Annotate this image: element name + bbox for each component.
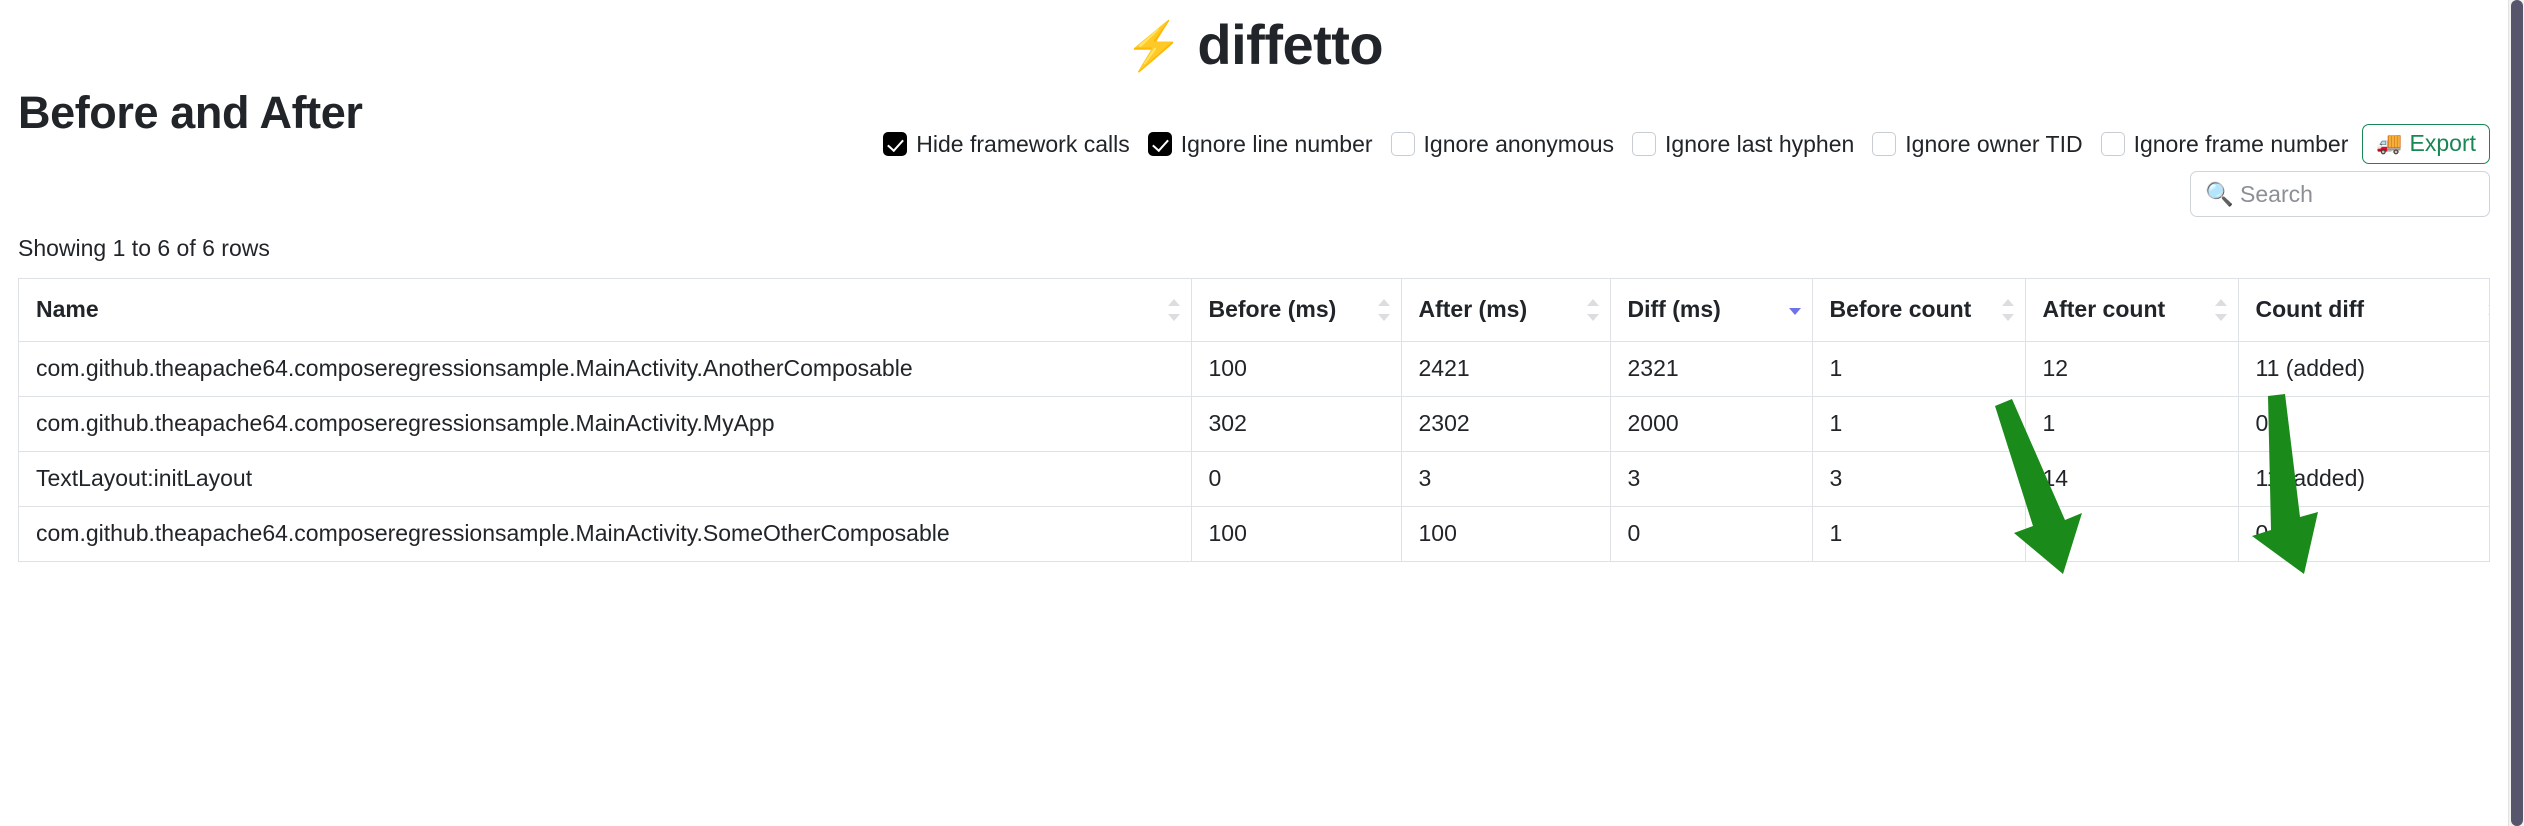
column-header-diff-ms[interactable]: Diff (ms) bbox=[1610, 279, 1813, 342]
table-row[interactable]: com.github.theapache64.composeregression… bbox=[19, 506, 2489, 562]
checkbox-ignore-line-number[interactable] bbox=[1147, 132, 1172, 156]
lightning-bolt-icon: ⚡ bbox=[1124, 18, 1184, 72]
truck-icon: 🚚 bbox=[2376, 132, 2403, 155]
cell-after-ms: 2302 bbox=[1401, 396, 1611, 452]
cell-count-diff: 0 bbox=[2238, 396, 2489, 452]
cell-name: com.github.theapache64.composeregression… bbox=[19, 396, 1192, 452]
checkbox-ignore-anonymous[interactable] bbox=[1390, 132, 1415, 156]
sort-icon-after-ms[interactable] bbox=[1586, 298, 1599, 322]
scrollbar-thumb[interactable] bbox=[2511, 0, 2523, 826]
table-row[interactable]: TextLayout:initLayout 0 3 3 3 14 11 (add… bbox=[19, 451, 2489, 507]
column-header-before-ms[interactable]: Before (ms) bbox=[1191, 279, 1402, 342]
search-row bbox=[18, 171, 2490, 229]
app-logo: ⚡ diffetto bbox=[18, 0, 2490, 79]
cell-diff-ms: 2321 bbox=[1610, 341, 1813, 397]
checkbox-ignore-last-hyphen[interactable] bbox=[1632, 132, 1657, 156]
cell-name: com.github.theapache64.composeregression… bbox=[19, 506, 1192, 562]
column-header-count-diff[interactable]: Count diff bbox=[2238, 279, 2489, 342]
sort-icon-before-count[interactable] bbox=[2001, 298, 2014, 322]
cell-before-ms: 100 bbox=[1191, 341, 1402, 397]
cell-before-count: 1 bbox=[1812, 506, 2026, 562]
cell-before-ms: 302 bbox=[1191, 396, 1402, 452]
export-button-label: Export bbox=[2409, 130, 2476, 156]
cell-after-ms: 2421 bbox=[1401, 341, 1611, 397]
checkbox-ignore-owner-tid[interactable] bbox=[1872, 132, 1897, 156]
cell-after-ms: 100 bbox=[1401, 506, 1611, 562]
cell-after-count: 12 bbox=[2025, 341, 2239, 397]
table-row[interactable]: com.github.theapache64.composeregression… bbox=[19, 396, 2489, 452]
page-title: Before and After bbox=[18, 87, 363, 138]
showing-rows-label: Showing 1 to 6 of 6 rows bbox=[18, 235, 270, 261]
cell-count-diff: 11 (added) bbox=[2238, 341, 2489, 397]
cell-before-ms: 0 bbox=[1191, 451, 1402, 507]
cell-diff-ms: 2000 bbox=[1610, 396, 1813, 452]
column-header-label: Name bbox=[36, 296, 99, 323]
cell-diff-ms: 3 bbox=[1610, 451, 1813, 507]
column-header-label: Count diff bbox=[2255, 296, 2365, 323]
cell-after-ms: 3 bbox=[1401, 451, 1611, 507]
cell-before-count: 1 bbox=[1812, 396, 2026, 452]
page-scrollbar[interactable] bbox=[2508, 0, 2524, 826]
option-label: Ignore anonymous bbox=[1423, 130, 1615, 157]
option-hide-framework-calls[interactable]: Hide framework calls bbox=[883, 130, 1130, 158]
app-title: diffetto bbox=[1197, 13, 1384, 76]
option-ignore-line-number[interactable]: Ignore line number bbox=[1147, 130, 1373, 158]
option-ignore-last-hyphen[interactable]: Ignore last hyphen bbox=[1632, 131, 1854, 158]
table-head: Name Before (ms) After (ms) Diff (ms) Be… bbox=[19, 279, 2489, 342]
checkbox-hide-framework-calls[interactable] bbox=[883, 132, 908, 156]
cell-count-diff: 0 bbox=[2238, 506, 2489, 562]
column-header-name[interactable]: Name bbox=[19, 279, 1192, 342]
export-button[interactable]: 🚚 Export bbox=[2362, 124, 2490, 164]
cell-name: com.github.theapache64.composeregression… bbox=[19, 341, 1192, 397]
table-header-row: Name Before (ms) After (ms) Diff (ms) Be… bbox=[19, 279, 2489, 342]
option-label: Hide framework calls bbox=[916, 130, 1130, 157]
sort-icon-count-diff[interactable] bbox=[2488, 298, 2489, 322]
search-input[interactable] bbox=[2203, 179, 2477, 209]
checkbox-ignore-frame-number[interactable] bbox=[2100, 132, 2125, 156]
column-header-label: After count bbox=[2042, 296, 2166, 323]
column-header-before-count[interactable]: Before count bbox=[1812, 279, 2026, 342]
cell-count-diff: 11 (added) bbox=[2238, 451, 2489, 507]
results-table: Name Before (ms) After (ms) Diff (ms) Be… bbox=[19, 279, 2489, 562]
column-header-label: Diff (ms) bbox=[1627, 296, 1721, 323]
sort-icon-name[interactable] bbox=[1167, 298, 1180, 322]
column-header-label: Before (ms) bbox=[1208, 296, 1337, 323]
table-body: com.github.theapache64.composeregression… bbox=[19, 341, 2489, 562]
cell-before-count: 3 bbox=[1812, 451, 2026, 507]
cell-after-count: 1 bbox=[2025, 396, 2239, 452]
search-box[interactable] bbox=[2190, 171, 2490, 217]
cell-after-count: 14 bbox=[2025, 451, 2239, 507]
page-root: ⚡ diffetto Before and After Hide framewo… bbox=[0, 0, 2508, 562]
filter-options: Hide framework calls Ignore line number … bbox=[883, 124, 2490, 164]
option-ignore-owner-tid[interactable]: Ignore owner TID bbox=[1872, 130, 2083, 158]
cell-after-count: 1 bbox=[2025, 506, 2239, 562]
sort-icon-diff-ms-descending[interactable] bbox=[1788, 298, 1801, 322]
results-table-container: Name Before (ms) After (ms) Diff (ms) Be… bbox=[18, 278, 2490, 562]
cell-before-count: 1 bbox=[1812, 341, 2026, 397]
cell-name: TextLayout:initLayout bbox=[19, 451, 1192, 507]
sort-icon-after-count[interactable] bbox=[2214, 298, 2227, 322]
column-header-after-ms[interactable]: After (ms) bbox=[1401, 279, 1611, 342]
option-ignore-anonymous[interactable]: Ignore anonymous bbox=[1390, 130, 1615, 158]
option-label: Ignore line number bbox=[1180, 130, 1373, 157]
cell-before-ms: 100 bbox=[1191, 506, 1402, 562]
column-header-after-count[interactable]: After count bbox=[2025, 279, 2239, 342]
cell-diff-ms: 0 bbox=[1610, 506, 1813, 562]
table-row[interactable]: com.github.theapache64.composeregression… bbox=[19, 341, 2489, 397]
column-header-label: After (ms) bbox=[1418, 296, 1528, 323]
option-label: Ignore frame number bbox=[2133, 130, 2349, 157]
option-label: Ignore owner TID bbox=[1905, 130, 2083, 157]
column-header-label: Before count bbox=[1829, 296, 1972, 323]
option-label: Ignore last hyphen bbox=[1665, 130, 1855, 157]
header-band: Before and After Hide framework calls Ig… bbox=[18, 79, 2490, 171]
option-ignore-frame-number[interactable]: Ignore frame number bbox=[2100, 130, 2349, 158]
sort-icon-before-ms[interactable] bbox=[1377, 298, 1390, 322]
